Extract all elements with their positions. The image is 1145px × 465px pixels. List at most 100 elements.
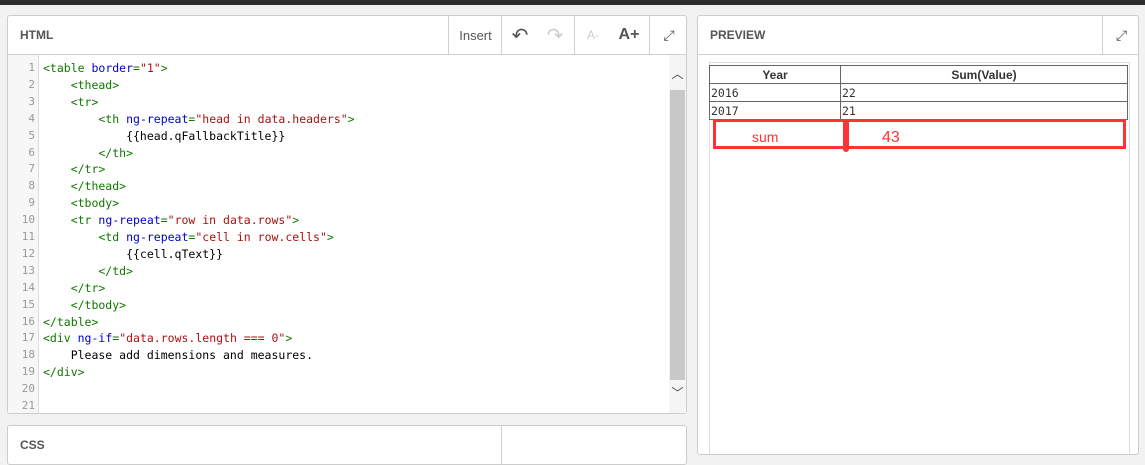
html-panel-title: HTML xyxy=(20,28,54,42)
html-editor-panel: HTML Insert ↶ ↷ A- A+ ⤢ 1 2 3 4 5 6 7 8 9 10 11 12 1… xyxy=(7,15,687,414)
code-token: ng-repeat xyxy=(126,111,189,126)
code-line[interactable]: </tr> xyxy=(43,280,106,295)
code-line[interactable]: <tr> xyxy=(43,94,99,109)
line-number: 9 xyxy=(28,196,35,210)
code-line[interactable]: <td ng-repeat="cell in row.cells"> xyxy=(43,230,334,244)
code-token: > xyxy=(292,213,300,228)
code-line[interactable]: Please add dimensions and measures. xyxy=(43,348,313,362)
code-token: "head in data.headers" xyxy=(195,111,348,126)
code-token: border xyxy=(91,61,134,75)
expand-icon: ⤢ xyxy=(663,26,675,43)
line-number: 1 xyxy=(28,61,35,74)
annotation-sum-label: sum xyxy=(752,129,779,145)
css-toolbar xyxy=(501,426,688,464)
line-number: 15 xyxy=(21,297,35,311)
code-token: = xyxy=(160,213,168,228)
code-line[interactable]: </td> xyxy=(43,264,133,278)
line-gutter: 1 2 3 4 5 6 7 8 9 10 11 12 13 14 15 16 17 18 19 20 21 xyxy=(8,55,39,413)
preview-panel: PREVIEW ⤢ Year Sum(Value) 2016 22 2017 21 … xyxy=(697,15,1139,455)
cell-value: 21 xyxy=(840,101,1128,120)
code-token: > xyxy=(347,111,355,126)
code-line[interactable]: <tbody> xyxy=(43,196,119,210)
code-line[interactable]: <div ng-if="data.rows.length === 0"> xyxy=(43,331,292,345)
line-number: 21 xyxy=(21,399,35,412)
code-token: > xyxy=(326,230,334,244)
code-token: "data.rows.length === 0" xyxy=(119,331,286,346)
code-token: <thead> xyxy=(43,77,120,92)
expand-icon: ⤢ xyxy=(1115,26,1128,43)
insert-button[interactable]: Insert xyxy=(448,16,502,54)
top-bar xyxy=(0,0,1145,5)
code-token: </td> xyxy=(43,263,134,278)
font-decrease-button[interactable]: A- xyxy=(574,16,611,54)
code-line[interactable]: {{head.qFallbackTitle}} xyxy=(43,129,285,143)
scrollbar-thumb[interactable] xyxy=(670,90,685,380)
code-line[interactable]: {{cell.qText}} xyxy=(43,247,223,261)
code-line[interactable]: <thead> xyxy=(43,78,119,92)
line-number: 19 xyxy=(21,365,35,379)
code-token: > xyxy=(160,61,168,75)
line-number: 4 xyxy=(28,111,35,125)
annotation-sum-value: 43 xyxy=(882,129,900,146)
code-token: <tr> xyxy=(43,94,99,109)
expand-button[interactable]: ⤢ xyxy=(649,16,688,54)
code-token: <td xyxy=(43,230,127,244)
code-token: Please add dimensions and measures. xyxy=(43,348,314,363)
preview-panel-title: PREVIEW xyxy=(710,28,766,42)
scroll-down-icon[interactable]: ﹀ xyxy=(669,384,686,401)
table-row: 2017 21 xyxy=(709,101,1128,120)
scroll-up-icon[interactable]: ︿ xyxy=(669,65,686,82)
line-number: 20 xyxy=(21,382,35,396)
editor-scrollbar[interactable]: ︿ ﹀ xyxy=(669,55,686,413)
line-number: 7 xyxy=(28,162,35,176)
line-number: 8 xyxy=(28,179,35,193)
code-line[interactable]: </thead> xyxy=(43,179,126,193)
code-line[interactable]: </table> xyxy=(43,315,98,329)
css-editor-panel: CSS xyxy=(7,425,687,465)
code-line[interactable]: </th> xyxy=(43,146,133,160)
code-token: <div xyxy=(43,331,78,346)
sum-annotation-box: sum 43 xyxy=(713,119,1126,152)
undo-button[interactable]: ↶ xyxy=(501,16,538,54)
line-number: 2 xyxy=(28,77,35,91)
code-line[interactable]: </div> xyxy=(43,365,85,379)
code-token: {{head.qFallbackTitle}} xyxy=(43,128,286,143)
code-token: ng-if xyxy=(77,331,113,346)
code-line[interactable]: <th ng-repeat="head in data.headers"> xyxy=(43,111,355,126)
preview-panel-header: PREVIEW ⤢ xyxy=(698,16,1138,55)
line-number: 3 xyxy=(28,94,35,108)
line-number: 13 xyxy=(21,263,35,277)
code-token: </div> xyxy=(43,365,85,380)
font-increase-button[interactable]: A+ xyxy=(610,16,648,54)
annotation-divider xyxy=(843,119,849,152)
line-number: 5 xyxy=(28,128,35,142)
css-panel-title: CSS xyxy=(20,438,45,452)
table-row: 2016 22 xyxy=(709,83,1128,102)
code-line[interactable]: </tr> xyxy=(43,162,106,177)
code-token: </tbody> xyxy=(43,297,127,312)
preview-expand-button[interactable]: ⤢ xyxy=(1102,16,1140,54)
code-line[interactable]: <table border="1"> xyxy=(43,61,168,75)
line-number: 14 xyxy=(21,280,35,294)
cell-year: 2016 xyxy=(709,83,841,102)
code-token: </tr> xyxy=(43,162,106,177)
line-number: 11 xyxy=(21,230,35,243)
line-number: 6 xyxy=(28,145,35,159)
code-token: "1" xyxy=(139,61,161,75)
code-token: </table> xyxy=(43,314,99,329)
code-token: <tr xyxy=(43,213,99,228)
redo-button[interactable]: ↷ xyxy=(537,16,573,54)
code-token: ng-repeat xyxy=(98,213,161,228)
code-token: <tbody> xyxy=(43,196,120,211)
line-number: 16 xyxy=(21,314,35,328)
code-token: <table xyxy=(43,61,92,75)
code-token: "cell in row.cells" xyxy=(195,230,327,244)
code-token: </tr> xyxy=(43,280,106,295)
line-number: 12 xyxy=(21,246,35,260)
code-token: "row in data.rows" xyxy=(167,213,293,228)
code-token: {{cell.qText}} xyxy=(43,246,224,261)
preview-table: Year Sum(Value) 2016 22 2017 21 xyxy=(709,65,1128,120)
code-line[interactable]: <tr ng-repeat="row in data.rows"> xyxy=(43,213,300,228)
code-line[interactable]: </tbody> xyxy=(43,298,126,312)
line-number: 18 xyxy=(21,348,35,362)
